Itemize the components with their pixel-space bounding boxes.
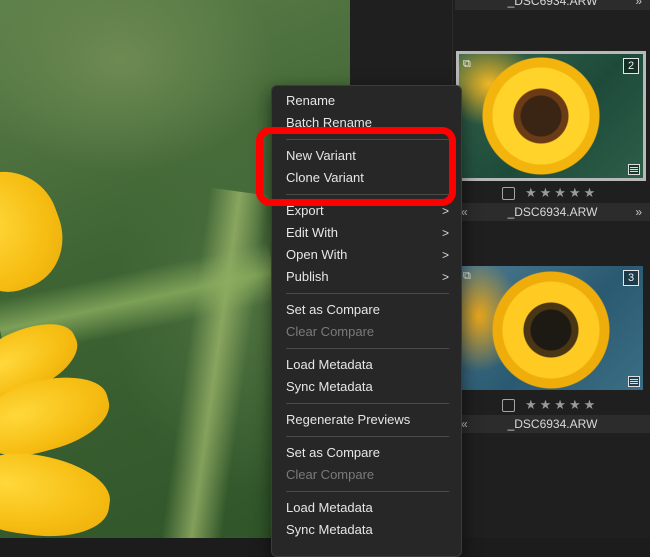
variant-stack-icon: ⧉	[463, 270, 471, 282]
select-checkbox[interactable]	[502, 187, 515, 200]
filename-label: _DSC6934.ARW	[507, 205, 598, 219]
menu-separator	[286, 491, 449, 492]
star-rating[interactable]: ★★★★★	[525, 397, 598, 413]
filename-label: _DSC6934.ARW	[507, 0, 598, 8]
metadata-icon	[628, 376, 640, 387]
submenu-arrow-icon: >	[441, 248, 449, 262]
menu-separator	[286, 436, 449, 437]
menu-item-label: Publish	[286, 269, 329, 284]
filename-row: « _DSC6934.ARW	[455, 415, 650, 433]
menu-item-open-with[interactable]: Open With >	[286, 245, 449, 265]
menu-item-publish[interactable]: Publish >	[286, 267, 449, 287]
photo-stem	[160, 187, 270, 538]
star-rating[interactable]: ★★★★★	[525, 185, 598, 201]
menu-item-sync-metadata[interactable]: Sync Metadata	[286, 377, 449, 397]
menu-item-label: Open With	[286, 247, 348, 262]
menu-item-load-metadata[interactable]: Load Metadata	[286, 498, 449, 518]
next-variant-icon[interactable]: »	[635, 0, 642, 10]
menu-item-clear-compare: Clear Compare	[286, 324, 375, 339]
submenu-arrow-icon: >	[441, 270, 449, 284]
menu-item-regenerate-previews[interactable]: Regenerate Previews	[286, 410, 449, 430]
thumbnail[interactable]: ⧉ 3	[459, 266, 643, 390]
menu-item-sync-metadata[interactable]: Sync Metadata	[286, 520, 449, 540]
next-variant-icon[interactable]: »	[635, 203, 642, 221]
filename-row: « _DSC6934.ARW »	[455, 203, 650, 221]
select-checkbox[interactable]	[502, 399, 515, 412]
filename-label: _DSC6934.ARW	[507, 417, 598, 431]
photo-petal	[0, 444, 115, 538]
menu-item-set-as-compare[interactable]: Set as Compare	[286, 300, 449, 320]
menu-item-load-metadata[interactable]: Load Metadata	[286, 355, 449, 375]
filename-row: _DSC6934.ARW »	[455, 0, 650, 10]
thumbnail-number-badge: 2	[623, 58, 639, 74]
thumbnail-number-badge: 3	[623, 270, 639, 286]
menu-separator	[286, 293, 449, 294]
menu-item-label: Edit With	[286, 225, 339, 240]
thumbnail[interactable]: ⧉ 2	[456, 51, 646, 181]
submenu-arrow-icon: >	[441, 226, 449, 240]
menu-item-set-as-compare[interactable]: Set as Compare	[286, 443, 449, 463]
photo-petal	[0, 156, 78, 304]
metadata-icon	[628, 164, 640, 175]
menu-separator	[286, 403, 449, 404]
highlight-box	[256, 127, 456, 206]
rating-row: ★★★★★	[459, 185, 643, 201]
menu-item-rename[interactable]: Rename	[286, 91, 449, 111]
menu-item-clear-compare: Clear Compare	[286, 467, 375, 482]
menu-item-edit-with[interactable]: Edit With >	[286, 223, 449, 243]
rating-row: ★★★★★	[459, 397, 643, 413]
variant-stack-icon: ⧉	[463, 58, 471, 70]
menu-separator	[286, 348, 449, 349]
